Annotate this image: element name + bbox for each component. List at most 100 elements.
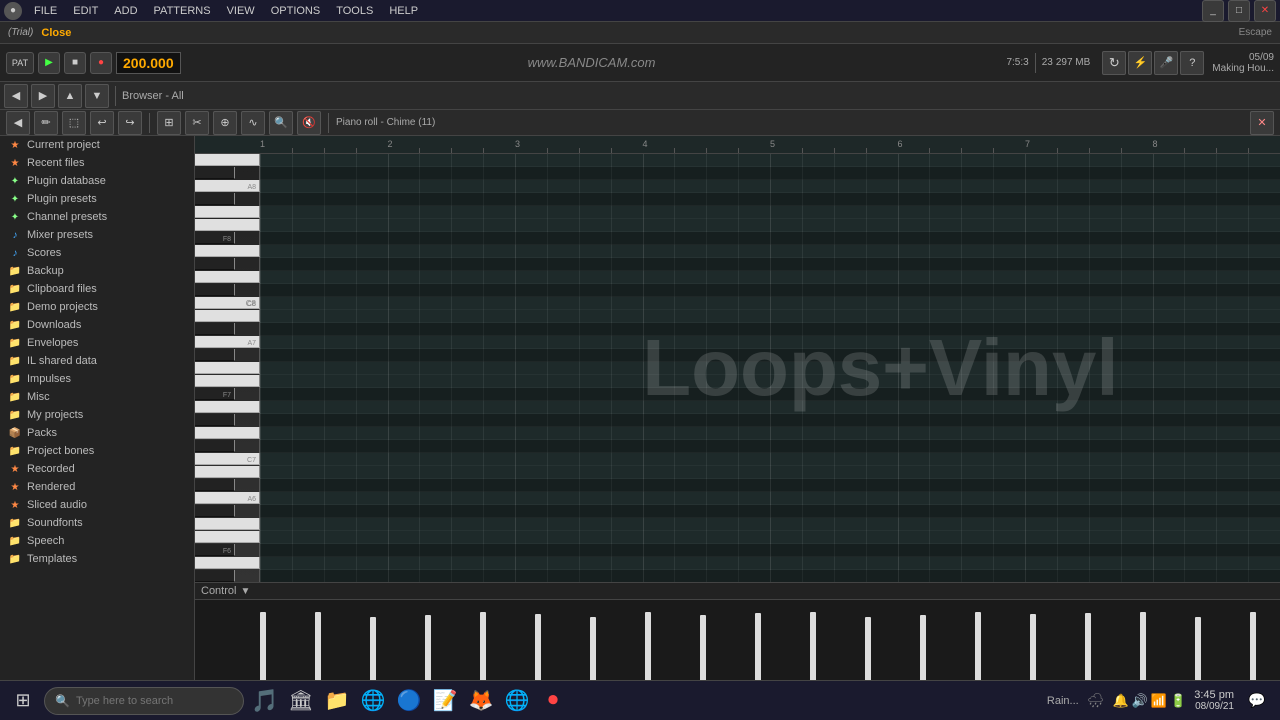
piano-key[interactable] [195,414,235,426]
note-area[interactable]: A8F8C8A7F7C7A6F6C6A5F5C5A4F4C4C5C8 Loops… [195,154,1280,582]
taskbar-firefox[interactable]: 🦊 [466,686,496,716]
sidebar-item-il-shared-data[interactable]: 📁IL shared data [0,352,194,370]
piano-key[interactable] [195,154,260,166]
mic-btn[interactable]: 🎤 [1154,51,1178,75]
taskbar-edge[interactable]: 🔵 [394,686,424,716]
mute-btn[interactable]: 🔇 [297,111,321,135]
snap-btn[interactable]: ⊞ [157,111,181,135]
piano-key[interactable] [195,518,260,530]
undo-btn[interactable]: ↩ [90,111,114,135]
cpu-btn[interactable]: ⚡ [1128,51,1152,75]
taskbar-chrome2[interactable]: 🌐 [502,686,532,716]
sidebar-item-soundfonts[interactable]: 📁Soundfonts [0,514,194,532]
redo-btn[interactable]: ↪ [118,111,142,135]
nav-fwd-btn[interactable]: ▶ [31,84,55,108]
piano-key[interactable] [195,206,260,218]
cut-btn[interactable]: ✂ [185,111,209,135]
menu-help[interactable]: HELP [385,5,422,17]
piano-key[interactable]: A6 [195,492,260,504]
nav-back-btn[interactable]: ◀ [4,84,28,108]
pencil-tool[interactable]: ✏ [34,111,58,135]
menu-options[interactable]: OPTIONS [267,5,325,17]
taskbar-word[interactable]: 📝 [430,686,460,716]
piano-key[interactable] [195,167,235,179]
piano-key[interactable] [195,323,235,335]
sidebar-item-recorded[interactable]: ★Recorded [0,460,194,478]
piano-key[interactable] [195,531,260,543]
sidebar-item-backup[interactable]: 📁Backup [0,262,194,280]
sidebar-item-current-project[interactable]: ★Current project [0,136,194,154]
record-button[interactable]: ● [90,52,112,74]
piano-key[interactable] [195,310,260,322]
sidebar-item-scores[interactable]: ♪Scores [0,244,194,262]
sidebar-item-my-projects[interactable]: 📁My projects [0,406,194,424]
piano-key[interactable] [195,219,260,231]
sidebar-item-channel-presets[interactable]: ✦Channel presets [0,208,194,226]
piano-key[interactable]: A8 [195,180,260,192]
piano-key[interactable]: F7 [195,388,235,400]
sidebar-item-demo-projects[interactable]: 📁Demo projects [0,298,194,316]
minimize-btn[interactable]: _ [1202,0,1224,22]
piano-key[interactable] [195,401,260,413]
fl-logo[interactable]: ● [4,2,22,20]
taskbar-rec[interactable]: ⏺ [538,686,568,716]
taskbar-chrome[interactable]: 🌐 [358,686,388,716]
piano-key[interactable] [195,557,260,569]
menu-add[interactable]: ADD [110,5,141,17]
piano-key[interactable] [195,362,260,374]
pr-back-btn[interactable]: ◀ [6,111,30,135]
sidebar-item-plugin-presets[interactable]: ✦Plugin presets [0,190,194,208]
piano-key[interactable] [195,375,260,387]
menu-patterns[interactable]: PATTERNS [150,5,215,17]
piano-keys[interactable]: A8F8C8A7F7C7A6F6C6A5F5C5A4F4C4C5C8 [195,154,260,582]
search-input[interactable] [76,695,216,707]
taskbar-app3[interactable]: 📁 [322,686,352,716]
piano-key[interactable]: F6 [195,544,235,556]
maximize-btn[interactable]: □ [1228,0,1250,22]
taskbar-app1[interactable]: 🎵 [250,686,280,716]
sidebar-item-packs[interactable]: 📦Packs [0,424,194,442]
taskbar-search-box[interactable]: 🔍 [44,687,244,715]
sidebar-item-templates[interactable]: 📁Templates [0,550,194,568]
menu-tools[interactable]: TOOLS [332,5,377,17]
stop-button[interactable]: ■ [64,52,86,74]
piano-key[interactable] [195,284,235,296]
bpm-display[interactable]: 200.000 [116,52,181,74]
sidebar-item-clipboard-files[interactable]: 📁Clipboard files [0,280,194,298]
piano-key[interactable] [195,570,235,582]
menu-view[interactable]: VIEW [223,5,259,17]
piano-key[interactable] [195,271,260,283]
piano-key[interactable] [195,258,235,270]
sidebar-item-misc[interactable]: 📁Misc [0,388,194,406]
pat-button[interactable]: PAT [6,52,34,74]
sidebar-item-rendered[interactable]: ★Rendered [0,478,194,496]
piano-key[interactable]: A7 [195,336,260,348]
piano-key[interactable] [195,479,235,491]
sidebar-item-sliced-audio[interactable]: ★Sliced audio [0,496,194,514]
sidebar-item-project-bones[interactable]: 📁Project bones [0,442,194,460]
piano-key[interactable]: F8 [195,232,235,244]
notification-btn[interactable]: 💬 [1242,686,1272,716]
zoom-in-btn[interactable]: 🔍 [269,111,293,135]
sidebar-item-downloads[interactable]: 📁Downloads [0,316,194,334]
close-btn[interactable]: Close [41,27,71,39]
grid-area[interactable] [260,154,1280,582]
close-window-btn[interactable]: ✕ [1254,0,1276,22]
sidebar-item-recent-files[interactable]: ★Recent files [0,154,194,172]
control-arrow[interactable]: ▼ [240,586,250,597]
piano-key[interactable] [195,440,235,452]
nav-down-btn[interactable]: ▼ [85,84,109,108]
piano-key[interactable] [195,349,235,361]
sidebar-item-impulses[interactable]: 📁Impulses [0,370,194,388]
sidebar-item-plugin-database[interactable]: ✦Plugin database [0,172,194,190]
piano-key[interactable] [195,245,260,257]
start-button[interactable]: ⊞ [8,686,38,716]
piano-key[interactable] [195,427,260,439]
taskbar-app2[interactable]: 🏛 [286,686,316,716]
sidebar-item-mixer-presets[interactable]: ♪Mixer presets [0,226,194,244]
pr-close-btn[interactable]: ✕ [1250,111,1274,135]
piano-key[interactable] [195,193,235,205]
refresh-btn[interactable]: ↻ [1102,51,1126,75]
play-button[interactable]: ▶ [38,52,60,74]
glue-btn[interactable]: ⊕ [213,111,237,135]
